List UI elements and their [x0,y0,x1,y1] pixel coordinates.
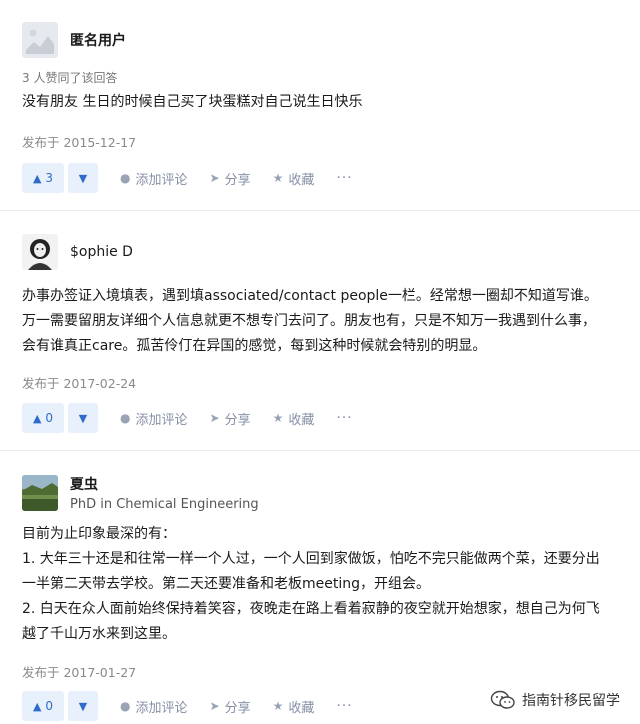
upvote-arrow-icon: ▲ [32,411,42,425]
favorite-label: 收藏 [288,412,315,428]
upvote-button[interactable]: ▲ 0 [22,691,64,721]
author-name[interactable]: 夏虫 [70,474,259,494]
upvote-arrow-icon: ▲ [32,171,42,185]
downvote-button[interactable]: ▼ [68,163,98,193]
publish-date[interactable]: 发布于 2017-01-27 [22,662,136,681]
favorite-button[interactable]: ★ 收藏 [273,409,315,428]
upvote-count: 0 [45,699,54,713]
comment-icon: ● [120,411,131,425]
more-options-button[interactable]: ··· [336,698,352,714]
watermark: 指南针移民留学 [490,690,620,710]
share-label: 分享 [224,700,251,716]
downvote-arrow-icon: ▼ [78,171,88,185]
upvote-button[interactable]: ▲ 3 [22,163,64,193]
answer-actions: ▲ 0 ▼ ● 添加评论 ➤ 分享 ★ 收藏 ··· [22,403,353,433]
answer-content: 目前为止印象最深的有： 1. 大年三十还是和往常一样一个人过，一个人回到家做饭，… [22,522,606,647]
voters-count[interactable]: 3 人赞同了该回答 [22,69,117,86]
divider [0,450,640,451]
share-label: 分享 [224,172,251,188]
xiachong-avatar[interactable] [22,475,58,511]
downvote-arrow-icon: ▼ [78,699,88,713]
downvote-button[interactable]: ▼ [68,403,98,433]
answer-3-header: 夏虫 PhD in Chemical Engineering [22,474,259,512]
answer-content: 没有朋友 生日的时候自己买了块蛋糕对自己说生日快乐 [22,94,363,110]
author-bio: PhD in Chemical Engineering [70,497,259,512]
upvote-count: 3 [45,171,54,185]
downvote-arrow-icon: ▼ [78,411,88,425]
publish-date[interactable]: 发布于 2017-02-24 [22,373,136,392]
sophie-avatar[interactable] [22,234,58,270]
content-line: 2. 白天在众人面前始终保持着笑容，夜晚走在路上看着寂静的夜空就开始想家，想自己… [22,601,600,642]
share-label: 分享 [224,412,251,428]
add-comment-button[interactable]: ● 添加评论 [120,169,188,188]
share-button[interactable]: ➤ 分享 [210,697,251,716]
star-icon: ★ [272,171,284,185]
wechat-icon [490,690,515,709]
favorite-label: 收藏 [288,700,315,716]
comment-label: 添加评论 [135,412,188,428]
favorite-label: 收藏 [288,172,315,188]
share-button[interactable]: ➤ 分享 [210,409,251,428]
watermark-text: 指南针移民留学 [522,693,620,709]
author-name[interactable]: $ophie D [70,244,133,260]
content-line: 目前为止印象最深的有： [22,526,176,542]
more-options-button[interactable]: ··· [336,170,352,186]
star-icon: ★ [272,699,284,713]
answer-content: 办事办签证入境填表，遇到填associated/contact people一栏… [22,288,598,354]
publish-date[interactable]: 发布于 2015-12-17 [22,132,136,151]
favorite-button[interactable]: ★ 收藏 [273,697,315,716]
answer-2-header: $ophie D [22,234,133,270]
upvote-button[interactable]: ▲ 0 [22,403,64,433]
downvote-button[interactable]: ▼ [68,691,98,721]
upvote-arrow-icon: ▲ [32,699,42,713]
share-icon: ➤ [209,411,220,425]
add-comment-button[interactable]: ● 添加评论 [120,697,188,716]
add-comment-button[interactable]: ● 添加评论 [120,409,188,428]
comment-label: 添加评论 [135,172,188,188]
comment-icon: ● [120,699,131,713]
answer-actions: ▲ 0 ▼ ● 添加评论 ➤ 分享 ★ 收藏 ··· [22,691,353,721]
answer-actions: ▲ 3 ▼ ● 添加评论 ➤ 分享 ★ 收藏 ··· [22,163,353,193]
upvote-count: 0 [45,411,54,425]
comment-icon: ● [120,171,131,185]
answer-1-header: 匿名用户 [22,22,126,58]
anonymous-avatar[interactable] [22,22,58,58]
star-icon: ★ [272,411,284,425]
content-line: 1. 大年三十还是和往常一样一个人过，一个人回到家做饭，怕吃不完只能做两个菜，还… [22,551,600,592]
author-name[interactable]: 匿名用户 [70,30,126,50]
share-button[interactable]: ➤ 分享 [210,169,251,188]
divider [0,210,640,211]
share-icon: ➤ [209,699,220,713]
comment-label: 添加评论 [135,700,188,716]
share-icon: ➤ [209,171,220,185]
more-options-button[interactable]: ··· [336,410,352,426]
favorite-button[interactable]: ★ 收藏 [273,169,315,188]
